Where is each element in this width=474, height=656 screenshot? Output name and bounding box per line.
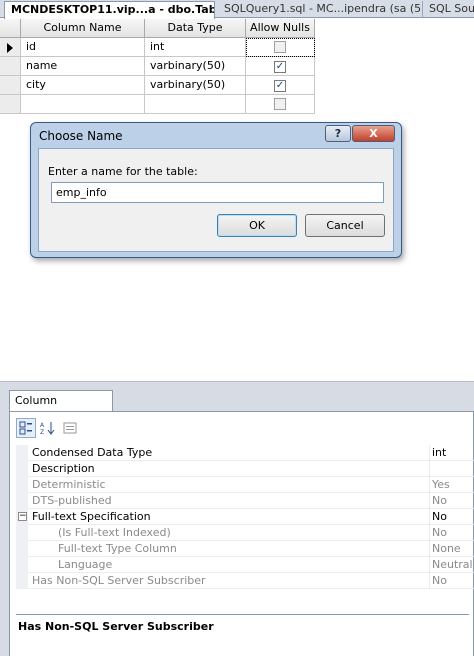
property-gutter — [16, 573, 28, 589]
column-properties-tab[interactable]: Column Properties — [9, 390, 113, 427]
property-value[interactable]: None — [430, 541, 474, 557]
svg-text:Z: Z — [40, 429, 44, 435]
column-name-cell[interactable]: name — [21, 57, 145, 76]
table-row[interactable] — [0, 95, 316, 114]
property-name: Deterministic — [28, 477, 430, 493]
svg-text:A: A — [40, 422, 45, 429]
data-type-cell[interactable] — [145, 95, 246, 114]
property-gutter — [16, 493, 28, 509]
property-gutter: − — [16, 509, 28, 525]
table-row[interactable]: name varbinary(50) ✓ — [0, 57, 316, 76]
property-row[interactable]: Full-text Type Column None — [16, 541, 474, 557]
property-value[interactable]: Yes — [430, 477, 474, 493]
allow-nulls-cell[interactable]: ✓ — [246, 57, 315, 76]
table-name-input[interactable]: emp_info — [51, 182, 384, 203]
allow-nulls-checkbox[interactable] — [274, 98, 286, 110]
property-name: Condensed Data Type — [28, 445, 430, 461]
data-type-header: Data Type — [145, 19, 246, 38]
current-row-arrow-icon — [7, 43, 13, 53]
property-value[interactable] — [430, 461, 474, 477]
alphabetical-sort-icon[interactable]: AZ — [38, 418, 58, 438]
property-row[interactable]: (Is Full-text Indexed) No — [16, 525, 474, 541]
categorized-icon[interactable] — [16, 418, 36, 438]
property-name: Has Non-SQL Server Subscriber — [28, 573, 430, 589]
collapse-icon[interactable]: − — [18, 512, 27, 521]
property-row[interactable]: Description — [16, 461, 474, 477]
properties-toolbar: AZ — [16, 418, 82, 440]
property-row[interactable]: Condensed Data Type int — [16, 445, 474, 461]
column-name-cell[interactable]: city — [21, 76, 145, 95]
column-name-cell[interactable]: id — [21, 38, 145, 57]
property-row[interactable]: Language Neutral — [16, 557, 474, 573]
data-type-cell[interactable]: varbinary(50) — [145, 76, 246, 95]
property-gutter — [16, 477, 28, 493]
close-button[interactable]: X — [352, 125, 395, 142]
cancel-button[interactable]: Cancel — [305, 214, 385, 237]
row-selector[interactable] — [0, 57, 21, 76]
property-name: (Is Full-text Indexed) — [28, 525, 430, 541]
cell-focus-rectangle — [246, 38, 315, 57]
property-name: Language — [28, 557, 430, 573]
property-description: Has Non-SQL Server Subscriber — [16, 614, 469, 654]
allow-nulls-cell[interactable]: ✓ — [246, 76, 315, 95]
property-value[interactable]: No — [430, 573, 474, 589]
tab-sqlquery1[interactable]: SQLQuery1.sql - MC...ipendra (sa (55))* — [218, 1, 423, 18]
property-name: DTS-published — [28, 493, 430, 509]
column-properties-panel: Column Properties AZ Condensed Data Type… — [0, 381, 474, 656]
property-row[interactable]: DTS-published No — [16, 493, 474, 509]
row-selector[interactable] — [0, 76, 21, 95]
choose-name-dialog: Choose Name ? X Enter a name for the tabl… — [30, 122, 402, 258]
property-value[interactable]: No — [430, 493, 474, 509]
property-row[interactable]: Has Non-SQL Server Subscriber No — [16, 573, 474, 589]
allow-nulls-checkbox[interactable]: ✓ — [274, 61, 286, 73]
dialog-body: Enter a name for the table: emp_info OK … — [38, 148, 394, 252]
property-gutter — [16, 557, 28, 573]
allow-nulls-cell[interactable] — [246, 95, 315, 114]
grid-header-row: Column Name Data Type Allow Nulls — [0, 19, 316, 38]
property-gutter — [16, 445, 28, 461]
property-value[interactable]: int — [430, 445, 474, 461]
row-selector[interactable] — [0, 95, 21, 114]
dialog-title: Choose Name — [39, 129, 123, 143]
property-row[interactable]: Deterministic Yes — [16, 477, 474, 493]
property-gutter — [16, 541, 28, 557]
property-name: Full-text Type Column — [28, 541, 430, 557]
tab-label: SQL Sourc — [429, 2, 474, 15]
table-name-prompt: Enter a name for the table: — [48, 165, 198, 178]
property-name: Description — [28, 461, 430, 477]
column-properties-content: AZ Condensed Data Type int Description D… — [9, 411, 474, 656]
help-button[interactable]: ? — [325, 125, 351, 142]
tab-sql-source[interactable]: SQL Sourc — [423, 1, 474, 18]
document-tab-bar: MCNDESKTOP11.vip...a - dbo.Table_1* × SQ… — [0, 0, 474, 19]
allow-nulls-header: Allow Nulls — [246, 19, 315, 38]
tab-label: MCNDESKTOP11.vip...a - dbo.Table_1* — [11, 3, 214, 16]
table-row[interactable]: city varbinary(50) ✓ — [0, 76, 316, 95]
allow-nulls-checkbox[interactable]: ✓ — [274, 80, 286, 92]
property-gutter — [16, 525, 28, 541]
row-selector[interactable] — [0, 38, 21, 57]
property-row[interactable]: − Full-text Specification No — [16, 509, 474, 525]
property-value[interactable]: Neutral — [430, 557, 474, 573]
property-value[interactable]: No — [430, 525, 474, 541]
data-type-cell[interactable]: varbinary(50) — [145, 57, 246, 76]
column-name-header: Column Name — [21, 19, 145, 38]
property-value[interactable]: No — [430, 509, 474, 525]
property-name: Full-text Specification — [28, 509, 430, 525]
property-gutter — [16, 461, 28, 477]
data-type-cell[interactable]: int — [145, 38, 246, 57]
dialog-title-buttons: ? X — [325, 125, 395, 143]
row-header-corner — [0, 19, 21, 38]
tab-table-designer[interactable]: MCNDESKTOP11.vip...a - dbo.Table_1* × — [4, 1, 215, 19]
tab-label: SQLQuery1.sql - MC...ipendra (sa (55))* — [224, 2, 423, 15]
ok-button[interactable]: OK — [217, 214, 297, 237]
property-pages-icon[interactable] — [60, 418, 80, 438]
column-name-cell[interactable] — [21, 95, 145, 114]
